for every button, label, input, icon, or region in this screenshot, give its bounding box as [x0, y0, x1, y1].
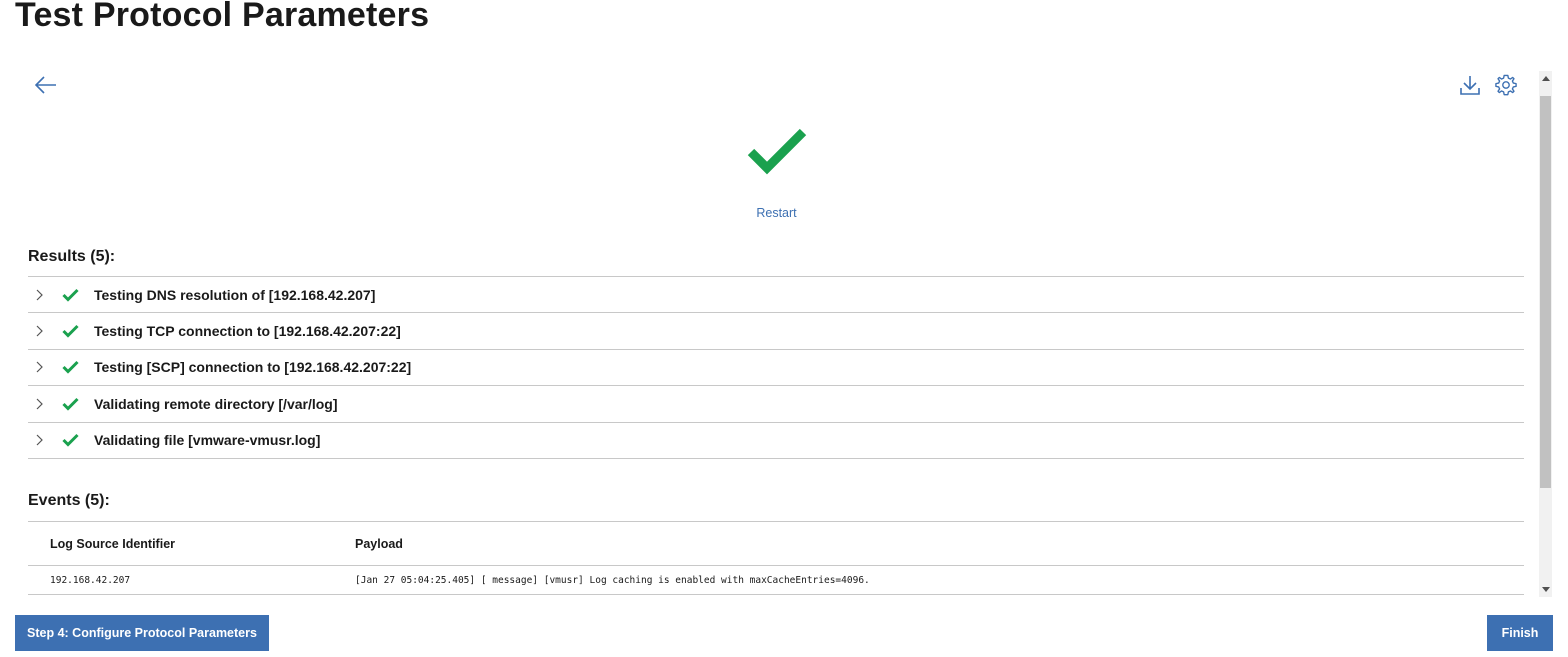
settings-button[interactable]: [1493, 72, 1519, 98]
result-row[interactable]: Testing TCP connection to [192.168.42.20…: [28, 313, 1524, 350]
table-header: Log Source Identifier Payload: [28, 522, 1524, 566]
table-row[interactable]: 192.168.42.207 [Jan 27 05:04:25.405] [ m…: [28, 566, 1524, 595]
chevron-right-icon[interactable]: [28, 361, 54, 373]
chevron-right-icon[interactable]: [28, 289, 54, 301]
checkmark-icon: [62, 288, 84, 302]
chevron-right-icon[interactable]: [28, 434, 54, 446]
scrollbar-thumb[interactable]: [1540, 96, 1551, 488]
checkmark-icon: [747, 128, 807, 175]
gear-icon: [1495, 74, 1517, 96]
download-icon: [1460, 76, 1480, 95]
result-row[interactable]: Validating file [vmware-vmusr.log]: [28, 423, 1524, 459]
step4-configure-button[interactable]: Step 4: Configure Protocol Parameters: [15, 615, 269, 651]
chevron-right-icon[interactable]: [28, 398, 54, 410]
result-label: Testing [SCP] connection to [192.168.42.…: [94, 359, 412, 376]
restart-link[interactable]: Restart: [15, 206, 1538, 220]
result-row[interactable]: Testing DNS resolution of [192.168.42.20…: [28, 277, 1524, 314]
log-source-cell: 192.168.42.207: [50, 574, 131, 586]
payload-cell: [Jan 27 05:04:25.405] [ message] [vmusr]…: [355, 574, 870, 586]
result-label: Testing DNS resolution of [192.168.42.20…: [94, 286, 376, 303]
download-button[interactable]: [1457, 72, 1483, 98]
result-row[interactable]: Testing [SCP] connection to [192.168.42.…: [28, 350, 1524, 387]
checkmark-icon: [62, 360, 84, 375]
arrow-left-icon: [35, 76, 56, 94]
column-header-log-source[interactable]: Log Source Identifier: [50, 537, 175, 551]
results-list: Testing DNS resolution of [192.168.42.20…: [28, 276, 1524, 459]
finish-button[interactable]: Finish: [1487, 615, 1553, 651]
scroll-up-arrow[interactable]: [1542, 76, 1550, 81]
result-label: Testing TCP connection to [192.168.42.20…: [94, 323, 401, 340]
checkmark-icon: [62, 397, 84, 411]
page-title: Test Protocol Parameters: [15, 0, 430, 34]
checkmark-icon: [62, 324, 84, 338]
events-heading: Events (5):: [28, 492, 110, 509]
chevron-right-icon[interactable]: [28, 325, 54, 337]
column-header-payload[interactable]: Payload: [355, 537, 403, 551]
back-button[interactable]: [33, 72, 59, 98]
checkmark-icon: [62, 433, 84, 447]
result-label: Validating file [vmware-vmusr.log]: [94, 432, 321, 449]
results-heading: Results (5):: [28, 248, 116, 265]
result-label: Validating remote directory [/var/log]: [94, 395, 338, 412]
vertical-scrollbar[interactable]: [1539, 71, 1552, 597]
events-table: Log Source Identifier Payload 192.168.42…: [28, 521, 1524, 595]
test-panel: Restart Results (5): Testing DNS resolut…: [15, 64, 1538, 597]
result-row[interactable]: Validating remote directory [/var/log]: [28, 386, 1524, 423]
scroll-down-arrow[interactable]: [1542, 587, 1550, 592]
